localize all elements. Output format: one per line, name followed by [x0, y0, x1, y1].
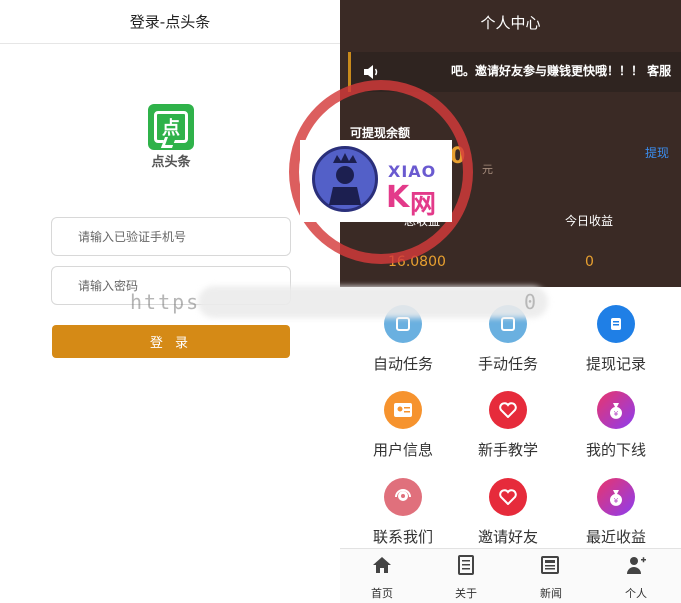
grid-label: 邀请好友 [477, 528, 538, 546]
grid-label: 联系我们 [372, 528, 433, 546]
grid-item-user-info[interactable]: 用户信息 [348, 391, 458, 460]
url-blur-overlay [198, 286, 548, 318]
king-card-icon [312, 146, 378, 212]
grid-label: 提现记录 [585, 355, 646, 373]
home-icon [373, 557, 391, 573]
grid-item-recent-income[interactable]: ¥ 最近收益 [561, 478, 671, 547]
invite-icon [489, 478, 527, 516]
grid-label: 最近收益 [585, 528, 646, 546]
url-watermark-tail: 0 [524, 290, 537, 314]
tutorial-icon [489, 391, 527, 429]
recent-income-icon: ¥ [597, 478, 635, 516]
login-button[interactable]: 登 录 [52, 325, 290, 358]
center-title: 个人中心 [480, 13, 541, 32]
tab-home[interactable]: 首页 [352, 555, 412, 601]
watermark-k: K [386, 180, 410, 215]
app-logo: 点 [148, 104, 194, 150]
tab-label: 新闻 [540, 587, 562, 600]
speaker-icon [364, 65, 378, 79]
login-header: 登录-点头条 [0, 0, 340, 44]
notice-text: 吧。邀请好友参与赚钱更快哦！！！ 客服 [451, 64, 672, 78]
grid-item-tutorial[interactable]: 新手教学 [453, 391, 563, 460]
about-icon [458, 555, 474, 575]
watermark-logo: XIAO K 网 [300, 140, 452, 222]
watermark-net: 网 [410, 190, 437, 220]
today-income-label: 今日收益 [565, 214, 614, 228]
withdraw-link[interactable]: 提现 [645, 144, 669, 161]
grid-label: 自动任务 [372, 355, 433, 373]
tab-label: 关于 [455, 587, 477, 600]
bottom-tab-bar: 首页 关于 新闻 个人 [340, 548, 681, 603]
grid-label: 手动任务 [477, 355, 538, 373]
user-info-icon [384, 391, 422, 429]
app-name: 点头条 [151, 155, 191, 170]
tab-label: 首页 [371, 587, 393, 600]
grid-item-downline[interactable]: ¥ 我的下线 [561, 391, 671, 460]
tab-label: 个人 [625, 587, 647, 600]
grid-label: 新手教学 [477, 441, 538, 459]
svg-text:¥: ¥ [614, 497, 619, 505]
downline-icon: ¥ [597, 391, 635, 429]
withdraw-record-icon [597, 305, 635, 343]
grid-label: 用户信息 [372, 441, 433, 459]
phone-field[interactable] [51, 217, 291, 256]
url-watermark-prefix: https [130, 290, 201, 314]
news-icon [541, 556, 559, 574]
profile-icon [627, 557, 646, 574]
page-title: 登录-点头条 [129, 13, 211, 31]
tab-news[interactable]: 新闻 [521, 555, 581, 601]
tab-about[interactable]: 关于 [436, 555, 496, 601]
grid-item-contact[interactable]: 联系我们 [348, 478, 458, 547]
balance-unit: 元 [482, 163, 493, 176]
tab-profile[interactable]: 个人 [606, 555, 666, 601]
today-income-value: 0 [585, 254, 594, 270]
svg-text:¥: ¥ [614, 410, 619, 418]
grid-item-withdraw-record[interactable]: 提现记录 [561, 305, 671, 374]
grid-item-invite[interactable]: 邀请好友 [453, 478, 563, 547]
contact-icon [384, 478, 422, 516]
app-logo-glyph: 点 [154, 111, 188, 143]
watermark-xiao: XIAO [388, 162, 437, 181]
grid-label: 我的下线 [585, 441, 646, 459]
phone-input[interactable] [52, 218, 290, 255]
